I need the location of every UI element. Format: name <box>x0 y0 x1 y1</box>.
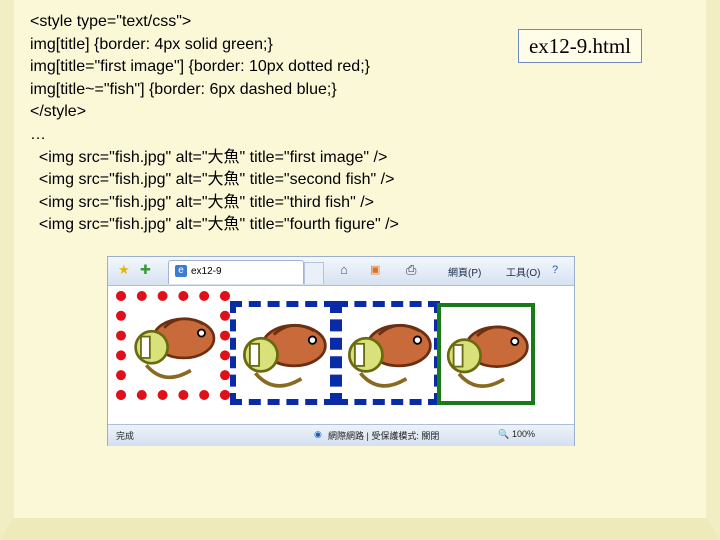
zone-text: 網際網路 | 受保護模式: 關閉 <box>328 431 440 441</box>
feeds-icon[interactable]: ▣ <box>370 263 380 277</box>
code-line: … <box>30 125 46 143</box>
code-line: <img src="fish.jpg" alt="大魚" title="seco… <box>30 171 395 189</box>
home-icon[interactable]: ⌂ <box>340 263 348 277</box>
css-code-block: <style type="text/css"> img[title] {bord… <box>30 11 399 237</box>
globe-icon: ◉ <box>314 429 322 439</box>
fish-image-first <box>116 291 230 400</box>
code-line: <style type="text/css"> <box>30 13 192 30</box>
fish-image-icon <box>347 324 432 388</box>
fish-image-icon <box>134 317 216 379</box>
help-icon[interactable]: ? <box>552 263 558 277</box>
fish-image-third <box>336 301 440 405</box>
favorites-star-icon[interactable]: ★ <box>118 263 130 277</box>
code-line: </style> <box>30 103 87 121</box>
tools-menu[interactable]: 工具(O) <box>506 264 540 279</box>
ie-page-icon: e <box>175 265 187 277</box>
tab-label: ex12-9 <box>191 266 222 277</box>
browser-tab[interactable]: e ex12-9 <box>168 260 304 284</box>
fish-image-fourth <box>437 303 535 405</box>
code-line: <img src="fish.jpg" alt="大魚" title="four… <box>30 216 399 234</box>
add-favorites-icon[interactable]: ✚ <box>140 263 151 277</box>
status-text: 完成 <box>116 431 135 441</box>
status-bar: 完成 ◉ 網際網路 | 受保護模式: 關閉 🔍 100% <box>108 424 574 446</box>
page-content <box>108 286 574 424</box>
print-icon[interactable]: ⎙ <box>406 263 416 277</box>
fish-image-second <box>230 301 336 405</box>
zoom-icon[interactable]: 🔍 <box>498 429 509 440</box>
fish-image-icon <box>242 324 327 388</box>
code-line: img[title] {border: 4px solid green;} <box>30 35 273 53</box>
code-line: <img src="fish.jpg" alt="大魚" title="firs… <box>30 148 388 166</box>
browser-window: ★ ✚ e ex12-9 ⌂ ▣ ⎙ 網頁(P) 工具(O) ? 完成 ◉ 網際… <box>107 256 575 446</box>
zoom-level[interactable]: 100% <box>512 429 535 439</box>
code-line: img[title="first image"] {border: 10px d… <box>30 58 370 76</box>
code-line: <img src="fish.jpg" alt="大魚" title="thir… <box>30 193 374 211</box>
code-line: img[title~="fish"] {border: 6px dashed b… <box>30 80 337 98</box>
browser-toolbar: ★ ✚ e ex12-9 ⌂ ▣ ⎙ 網頁(P) 工具(O) ? <box>108 257 574 286</box>
new-tab-button[interactable] <box>304 262 324 284</box>
page-menu[interactable]: 網頁(P) <box>448 264 481 279</box>
fish-image-icon <box>446 325 529 388</box>
filename-label: ex12-9.html <box>518 29 642 63</box>
